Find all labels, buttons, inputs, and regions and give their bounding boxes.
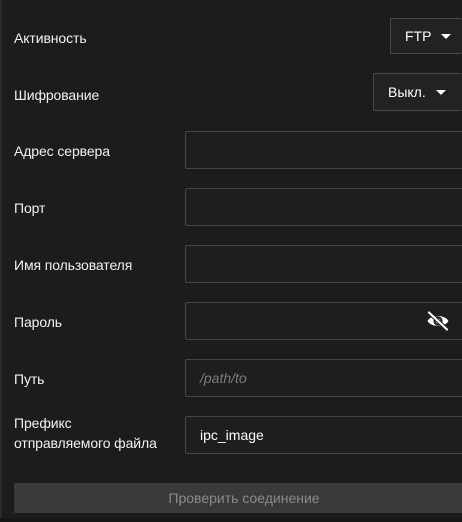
activity-value: FTP: [405, 28, 432, 44]
file-prefix-label-line2: отправляемого файла: [14, 435, 157, 451]
eye-slash-icon[interactable]: [426, 311, 450, 331]
port-label: Порт: [14, 200, 46, 216]
file-prefix-input[interactable]: ipc_image: [185, 416, 462, 454]
path-label: Путь: [14, 371, 45, 387]
ftp-settings-panel: Активность FTP Шифрование Выкл. Адрес се…: [0, 0, 462, 522]
server-address-label: Адрес сервера: [14, 143, 110, 159]
panel-bottom-divider: [0, 518, 462, 522]
username-label: Имя пользователя: [14, 257, 133, 273]
chevron-down-icon: [441, 33, 452, 39]
test-connection-button[interactable]: Проверить соединение: [14, 483, 462, 513]
server-address-input[interactable]: [185, 131, 462, 169]
panel-left-border: [0, 0, 2, 522]
chevron-down-icon: [435, 89, 446, 95]
file-prefix-label-line1: Префикс: [14, 415, 72, 431]
encryption-label: Шифрование: [14, 87, 100, 103]
port-input[interactable]: [185, 188, 462, 226]
encryption-dropdown[interactable]: Выкл.: [373, 73, 462, 111]
encryption-value: Выкл.: [388, 84, 426, 100]
username-input[interactable]: [185, 245, 462, 283]
activity-dropdown[interactable]: FTP: [390, 18, 462, 54]
password-input[interactable]: [185, 302, 462, 340]
activity-label: Активность: [14, 30, 87, 46]
path-input[interactable]: /path/to: [185, 359, 462, 397]
password-label: Пароль: [14, 314, 62, 330]
path-placeholder: /path/to: [200, 370, 247, 386]
